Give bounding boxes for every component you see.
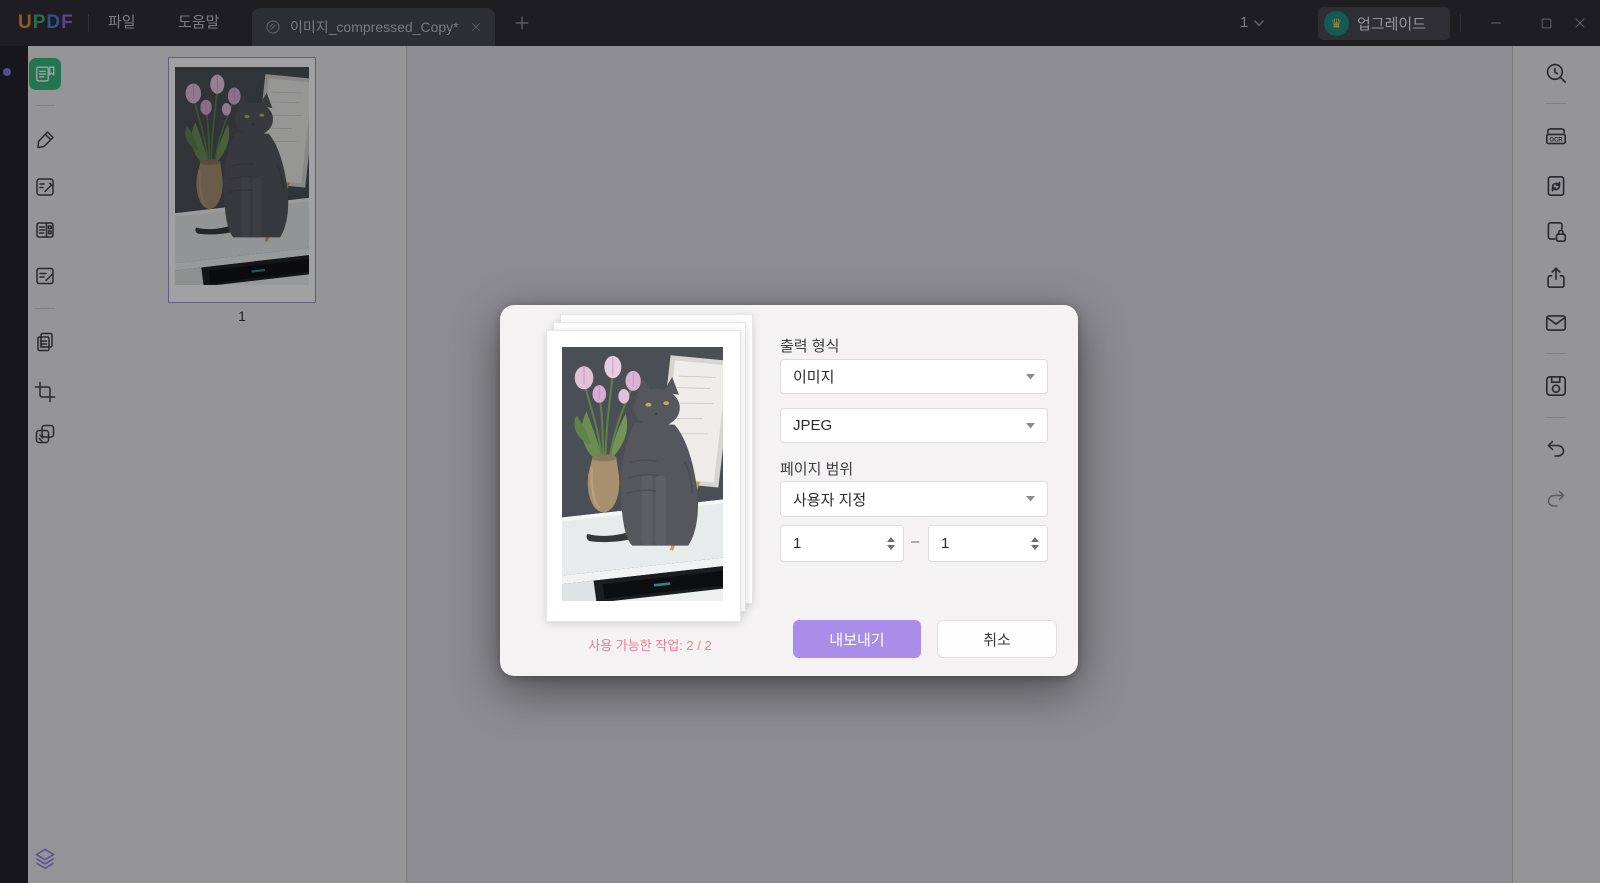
cancel-button[interactable]: 취소 — [937, 620, 1057, 658]
file-type-value: JPEG — [793, 417, 833, 434]
file-type-select[interactable]: JPEG — [780, 408, 1048, 443]
range-dash: – — [911, 533, 920, 550]
range-to-value: 1 — [941, 535, 950, 552]
stepper-up-icon — [1031, 537, 1039, 542]
caret-down-icon — [1026, 422, 1035, 428]
preview-page-front — [546, 330, 741, 622]
output-format-label: 출력 형식 — [780, 338, 840, 355]
quota-text: 사용 가능한 작업: 2 / 2 — [588, 638, 712, 653]
format-select[interactable]: 이미지 — [780, 359, 1048, 394]
range-from-input[interactable]: 1 — [780, 525, 904, 562]
app-window: UPDF 파일 도움말 이미지_compressed_Copy* 1 ♛ 업그레… — [0, 0, 1600, 883]
range-to-stepper[interactable] — [1031, 537, 1039, 550]
stepper-down-icon — [887, 545, 895, 550]
export-button[interactable]: 내보내기 — [793, 620, 921, 658]
export-dialog: 사용 가능한 작업: 2 / 2 출력 형식 이미지 JPEG 페이지 범위 사… — [500, 305, 1078, 676]
format-value: 이미지 — [793, 369, 835, 386]
caret-down-icon — [1026, 373, 1035, 379]
caret-down-icon — [1026, 496, 1035, 502]
stepper-down-icon — [1031, 545, 1039, 550]
preview-cat-photo — [562, 347, 723, 601]
range-mode-value: 사용자 지정 — [793, 491, 867, 509]
stepper-up-icon — [887, 537, 895, 542]
range-to-input[interactable]: 1 — [928, 525, 1048, 562]
page-range-label: 페이지 범위 — [780, 461, 854, 478]
range-mode-select[interactable]: 사용자 지정 — [780, 481, 1048, 517]
range-from-value: 1 — [793, 535, 802, 552]
range-from-stepper[interactable] — [887, 537, 895, 550]
